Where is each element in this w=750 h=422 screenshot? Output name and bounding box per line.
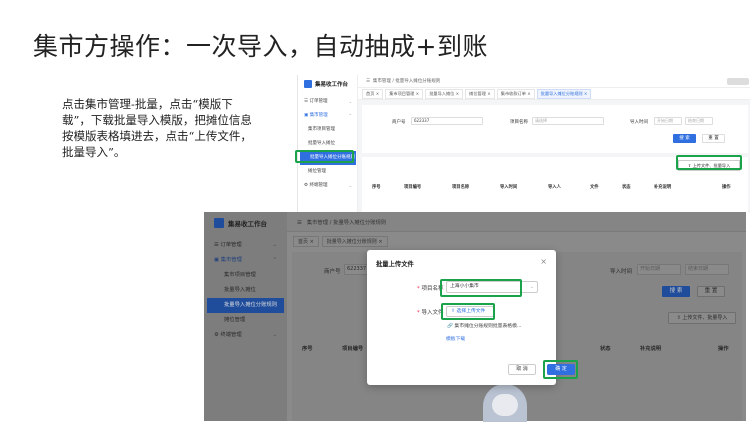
slide-title: 集市方操作：一次导入，自动抽成+到账 — [33, 32, 488, 61]
search-button[interactable]: 搜 索 — [673, 134, 696, 143]
start-date-input[interactable]: 开始日期 — [637, 264, 681, 275]
col-action: 操作 — [722, 185, 731, 190]
sidebar-item-terminal[interactable]: ⚙ 终端管理 ⌄ — [298, 179, 358, 193]
uploaded-file-name[interactable]: 🔗 集市摊位分账规则批量表格模... — [447, 322, 521, 329]
col-project-name: 项目名称 — [452, 185, 470, 190]
merchant-label: 商户号 — [392, 120, 406, 125]
top-bar: ☰ 集市管理 / 批量导入摊位分账规则 — [287, 212, 746, 232]
app-name: 集易收工作台 — [315, 82, 349, 88]
breadcrumb: ☰ 集市管理 / 批量导入摊位分账规则 — [297, 220, 387, 226]
chevron-down-icon: ⌄ — [272, 332, 277, 338]
template-download-link[interactable]: 模板下载 — [446, 335, 465, 342]
tab-home[interactable]: 首页 × — [362, 88, 384, 99]
sidebar-item-market-projects[interactable]: 集市项目管理 — [298, 123, 358, 137]
chevron-down-icon: ⌄ — [272, 242, 277, 248]
sidebar-item-market[interactable]: ▣ 集市管理 ⌃ — [204, 253, 287, 268]
col-status: 状态 — [622, 185, 631, 190]
app-name: 集易收工作台 — [228, 220, 267, 228]
import-time-label: 导入时间 — [630, 120, 648, 125]
avatar[interactable] — [727, 78, 749, 85]
reset-button[interactable]: 重 置 — [697, 286, 725, 297]
tab-home[interactable]: 首页 × — [293, 235, 319, 247]
sidebar-item-stalls[interactable]: 摊位管理 — [204, 313, 287, 328]
tab-bar: 首页 × 批量导入摊位分账规则 × — [287, 234, 746, 248]
tab-stalls[interactable]: 摊位管理 × — [465, 88, 495, 99]
col-project-no: 项目编号 — [404, 185, 422, 190]
sidebar-item-order[interactable]: ☰ 订单管理 ⌄ — [204, 238, 287, 253]
end-date-input[interactable]: 结束日期 — [685, 264, 729, 275]
logo-icon — [304, 80, 312, 88]
sidebar-item-batch-stalls[interactable]: 批量导入摊位 — [204, 283, 287, 298]
search-button[interactable]: 搜 索 — [662, 286, 690, 297]
col-file: 文件 — [590, 185, 599, 190]
sidebar: 集易收工作台 ☰ 订单管理 ⌄ ▣ 集市管理 ⌃ 集市项目管理 批量导入摊位 批量导… — [204, 212, 287, 421]
chevron-down-icon: ⌄ — [348, 183, 352, 188]
app-logo: 集易收工作台 — [214, 218, 267, 228]
highlight-confirm — [543, 360, 578, 379]
highlight-sidebar-item — [295, 150, 354, 163]
col-remark: 补充说明 — [640, 346, 662, 352]
highlight-upload-button — [676, 155, 742, 170]
col-index: 序号 — [302, 346, 313, 352]
tab-market-projects[interactable]: 集市项目管理 × — [385, 88, 424, 99]
upload-batch-button[interactable]: ⇪ 上传文件、批量导入 — [668, 312, 736, 324]
chevron-up-icon: ⌃ — [272, 257, 277, 263]
modal-title: 批量上传文件 — [376, 261, 414, 268]
sidebar-item-batch-split-rules[interactable]: 批量导入摊位分账规则 — [207, 298, 284, 313]
col-remark: 补充说明 — [654, 185, 672, 190]
chevron-up-icon: ⌃ — [348, 113, 352, 118]
tab-batch-split-rules[interactable]: 批量导入摊位分账规则 × — [321, 235, 388, 247]
sidebar-item-terminal[interactable]: ⚙ 终端管理 ⌄ — [204, 328, 287, 343]
top-bar: ☰ 集市管理 / 批量导入摊位分账规则 — [358, 75, 750, 88]
chevron-down-icon: ⌄ — [529, 284, 534, 290]
table-header: 序号 项目编号 项目名称 导入时间 导入人 文件 状态 补充说明 操作 — [362, 181, 748, 193]
col-index: 序号 — [372, 185, 381, 190]
sidebar: 集易收工作台 ☰ 订单管理 ⌄ ▣ 集市管理 ⌃ 集市项目管理 批量导入摊位 批量导… — [298, 75, 358, 213]
merchant-input[interactable]: 622337 — [411, 117, 483, 125]
reset-button[interactable]: 重 置 — [702, 134, 725, 143]
cancel-button[interactable]: 取 消 — [508, 364, 536, 375]
logo-icon — [214, 218, 224, 228]
empty-state-illustration — [483, 384, 527, 422]
import-time-label: 导入时间 — [610, 269, 633, 275]
col-action: 操作 — [718, 346, 729, 352]
col-status: 状态 — [600, 346, 611, 352]
end-date-input[interactable]: 结束日期 — [685, 117, 713, 125]
tab-batch-split-rules[interactable]: 批量导入摊位分账规则 × — [536, 88, 592, 99]
screenshot-top: 集易收工作台 ☰ 订单管理 ⌄ ▣ 集市管理 ⌃ 集市项目管理 批量导入摊位 批量导… — [297, 75, 750, 213]
close-icon[interactable]: × — [540, 257, 547, 266]
merchant-label: 商户号 — [324, 269, 341, 275]
instructions-text: 点击集市管理-批量，点击“模版下载”，下载批量导入模版，把摊位信息按模版表格填进… — [62, 97, 252, 159]
col-import-time: 导入时间 — [500, 185, 518, 190]
col-project-no: 项目编号 — [342, 346, 364, 352]
tab-batch-stalls[interactable]: 批量导入摊位 × — [425, 88, 464, 99]
tab-bar: 首页 × 集市项目管理 × 批量导入摊位 × 摊位管理 × 集市收款订单 × 批… — [358, 88, 750, 100]
sidebar-item-order[interactable]: ☰ 订单管理 ⌄ — [298, 95, 358, 109]
sidebar-item-market[interactable]: ▣ 集市管理 ⌃ — [298, 109, 358, 123]
sidebar-item-stalls[interactable]: 摊位管理 — [298, 165, 358, 179]
sidebar-item-batch-stalls[interactable]: 批量导入摊位 — [298, 137, 358, 151]
breadcrumb: ☰ 集市管理 / 批量导入摊位分账规则 — [366, 79, 441, 84]
project-label: 项目名称 — [510, 120, 528, 125]
project-select[interactable]: 请选择 — [532, 117, 604, 125]
tab-orders[interactable]: 集市收款订单 × — [496, 88, 535, 99]
start-date-input[interactable]: 开始日期 — [654, 117, 682, 125]
highlight-choose-file — [441, 303, 495, 320]
app-logo: 集易收工作台 — [304, 80, 348, 88]
file-label: * 导入文件 — [417, 310, 444, 316]
highlight-project-select — [440, 279, 522, 297]
filter-form: 商户号 622337 项目名称 请选择 导入时间 开始日期 结束日期 搜 索 重… — [362, 105, 748, 153]
chevron-down-icon: ⌄ — [348, 99, 352, 104]
sidebar-item-market-projects[interactable]: 集市项目管理 — [204, 268, 287, 283]
col-importer: 导入人 — [548, 185, 561, 190]
